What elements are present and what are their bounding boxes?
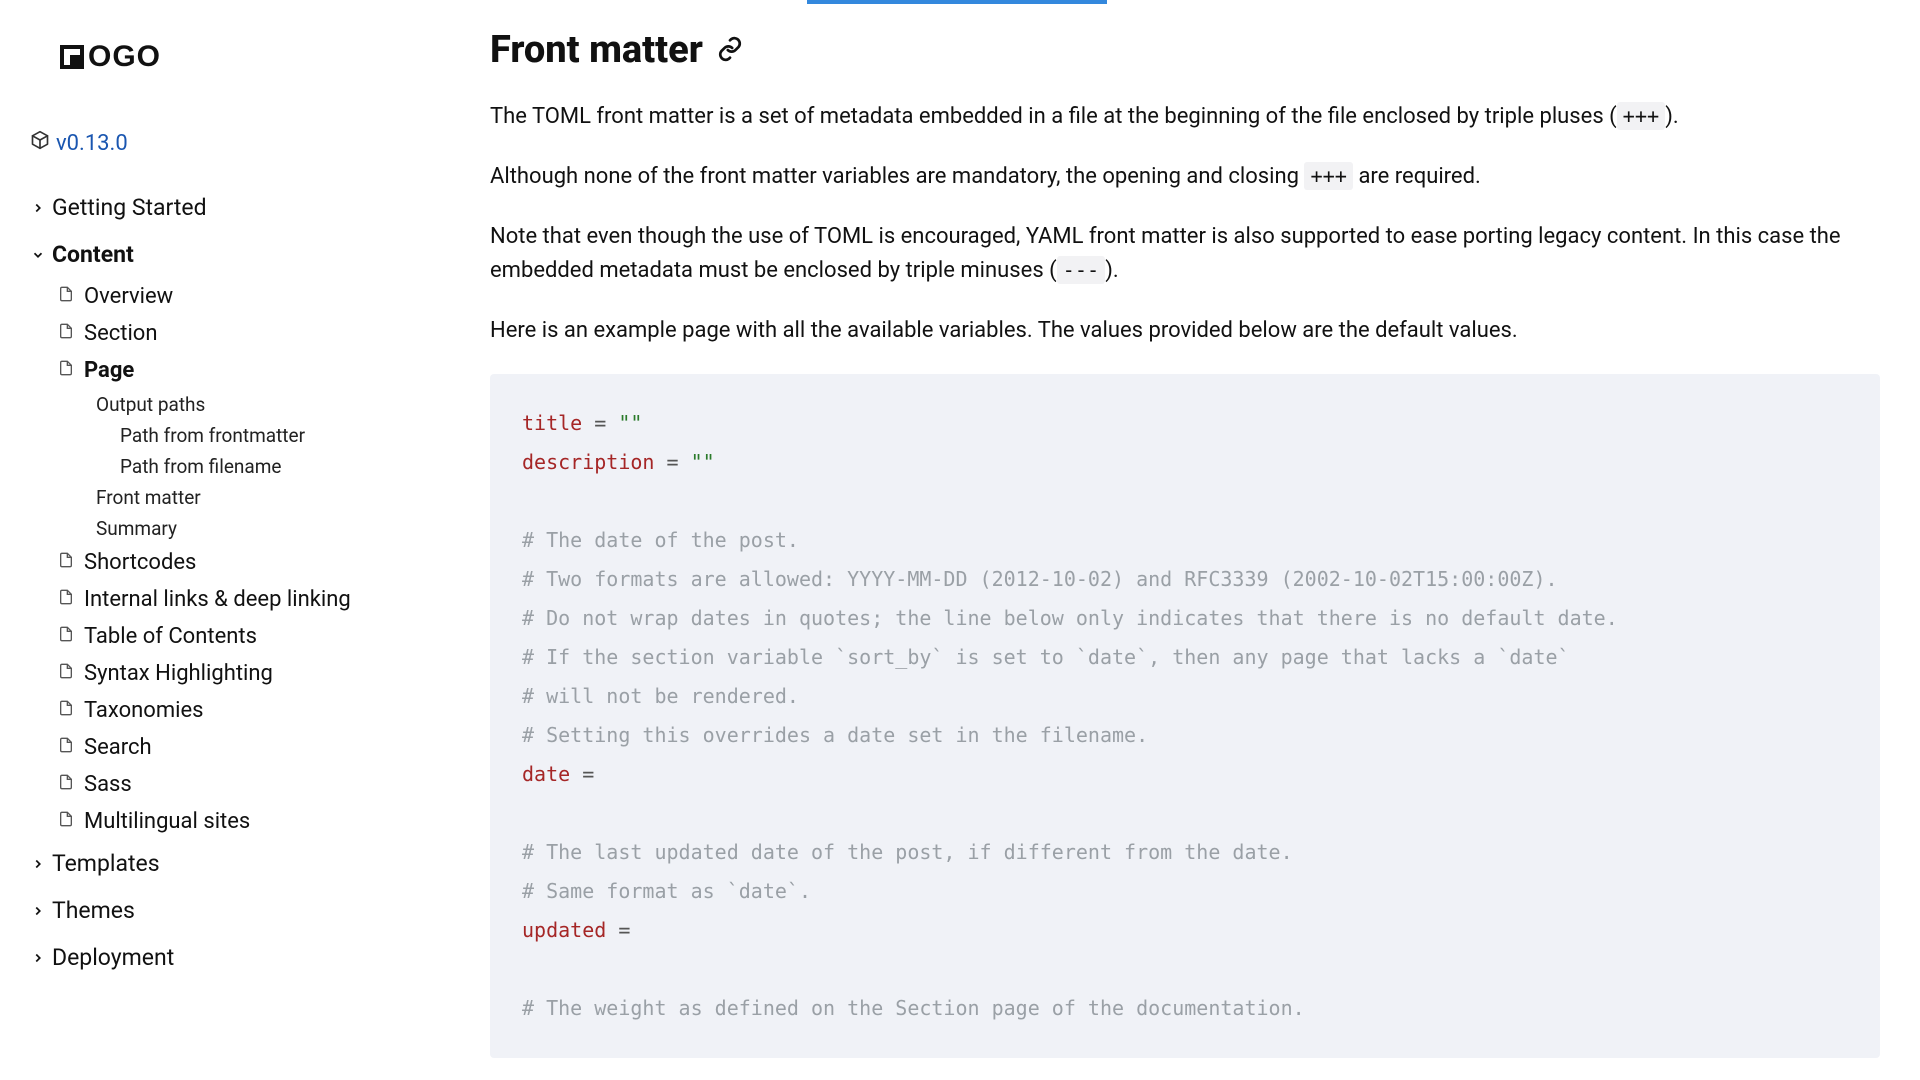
nav-item-label: Taxonomies <box>84 698 204 723</box>
paragraph: Here is an example page with all the ava… <box>490 314 1870 348</box>
file-icon <box>58 624 74 649</box>
file-icon <box>58 550 74 575</box>
sidebar-nav: Getting Started Content Overview Section <box>0 184 420 1080</box>
nav-item-internal-links[interactable]: Internal links & deep linking <box>58 581 402 618</box>
nav-item-label: Search <box>84 735 152 760</box>
inline-code: --- <box>1057 256 1106 284</box>
paragraph: Although none of the front matter variab… <box>490 160 1870 194</box>
nav-section-label: Getting Started <box>52 194 207 221</box>
chevron-right-icon <box>30 201 46 215</box>
paragraph: Note that even though the use of TOML is… <box>490 220 1870 288</box>
package-icon <box>30 130 50 156</box>
file-icon <box>58 661 74 686</box>
heading-text: Front matter <box>490 28 703 72</box>
file-icon <box>58 321 74 346</box>
nav-section-label: Content <box>52 241 134 268</box>
inline-code: +++ <box>1304 162 1353 190</box>
nav-item-toc[interactable]: Table of Contents <box>58 618 402 655</box>
file-icon <box>58 698 74 723</box>
file-icon <box>58 735 74 760</box>
version-label: v0.13.0 <box>56 131 128 156</box>
code-block: title = "" description = "" # The date o… <box>490 374 1880 1058</box>
nav-item-section[interactable]: Section <box>58 315 402 352</box>
nav-section-templates[interactable]: Templates <box>30 840 402 887</box>
version-link[interactable]: v0.13.0 <box>0 130 420 156</box>
link-icon[interactable] <box>717 28 743 72</box>
nav-item-label: Sass <box>84 772 132 797</box>
nav-item-syntax[interactable]: Syntax Highlighting <box>58 655 402 692</box>
nav-section-label: Themes <box>52 897 135 924</box>
logo[interactable]: OGO <box>0 40 420 74</box>
sidebar: OGO v0.13.0 Getting Started Content <box>0 0 420 1080</box>
chevron-right-icon <box>30 857 46 871</box>
nav-item-label: Section <box>84 321 158 346</box>
nav-section-label: Deployment <box>52 944 174 971</box>
nav-item-shortcodes[interactable]: Shortcodes <box>58 544 402 581</box>
paragraph: The TOML front matter is a set of metada… <box>490 100 1870 134</box>
nav-subitem-path-from-frontmatter[interactable]: Path from frontmatter <box>120 420 402 451</box>
file-icon <box>58 358 74 383</box>
nav-subitem-front-matter[interactable]: Front matter <box>96 482 402 513</box>
nav-section-getting-started[interactable]: Getting Started <box>30 184 402 231</box>
nav-item-search[interactable]: Search <box>58 729 402 766</box>
nav-subitem-summary[interactable]: Summary <box>96 513 402 544</box>
logo-mark-icon <box>60 45 84 69</box>
chevron-down-icon <box>30 248 46 262</box>
nav-item-sass[interactable]: Sass <box>58 766 402 803</box>
nav-section-themes[interactable]: Themes <box>30 887 402 934</box>
nav-item-label: Page <box>84 358 134 383</box>
file-icon <box>58 809 74 834</box>
nav-section-deployment[interactable]: Deployment <box>30 934 402 981</box>
nav-section-content[interactable]: Content <box>30 231 402 278</box>
nav-item-taxonomies[interactable]: Taxonomies <box>58 692 402 729</box>
nav-item-label: Table of Contents <box>84 624 257 649</box>
nav-item-overview[interactable]: Overview <box>58 278 402 315</box>
nav-subitem-path-from-filename[interactable]: Path from filename <box>120 451 402 482</box>
logo-text: OGO <box>88 40 161 74</box>
nav-item-label: Syntax Highlighting <box>84 661 273 686</box>
nav-item-label: Multilingual sites <box>84 809 250 834</box>
file-icon <box>58 284 74 309</box>
nav-item-label: Internal links & deep linking <box>84 587 351 612</box>
chevron-right-icon <box>30 904 46 918</box>
file-icon <box>58 772 74 797</box>
nav-section-label: Templates <box>52 850 160 877</box>
chevron-right-icon <box>30 951 46 965</box>
nav-item-label: Overview <box>84 284 173 309</box>
inline-code: +++ <box>1617 102 1666 130</box>
section-heading: Front matter <box>490 28 1880 72</box>
main-content: Front matter The TOML front matter is a … <box>420 0 1920 1080</box>
nav-subitem-output-paths[interactable]: Output paths <box>96 389 402 420</box>
nav-item-label: Shortcodes <box>84 550 196 575</box>
nav-item-multilingual[interactable]: Multilingual sites <box>58 803 402 840</box>
nav-item-page[interactable]: Page <box>58 352 402 389</box>
file-icon <box>58 587 74 612</box>
